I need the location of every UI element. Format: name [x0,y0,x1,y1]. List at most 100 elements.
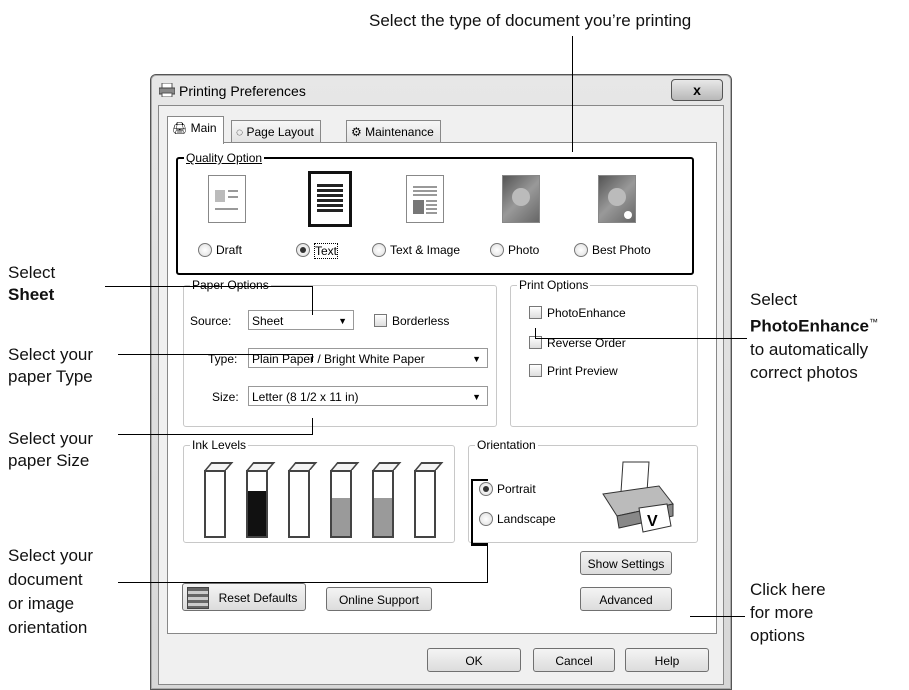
best-photo-label: Best Photo [592,243,651,257]
main-tab-panel: Quality Option Draft Text Text & Image P… [167,142,717,634]
callout-orientation: Select your document or image orientatio… [8,544,93,640]
print-preview-label: Print Preview [547,364,618,378]
online-support-button[interactable]: Online Support [326,587,432,611]
ink-tank [288,470,310,538]
photoenhance-label: PhotoEnhance [547,306,626,320]
callout-sheet-line1: Select [8,263,56,282]
size-label: Size: [212,390,239,404]
ink-tank-top [372,462,402,470]
window-title: Printing Preferences [179,83,306,99]
ink-level-fill [374,497,392,536]
leader-line-type [118,354,313,355]
size-value: Letter (8 1/2 x 11 in) [252,390,359,404]
print-options-group: Print Options PhotoEnhance Reverse Order… [510,278,698,427]
callout-type-line1: Select your [8,345,94,364]
tab-maintenance[interactable]: ⚙ Maintenance [346,120,441,143]
callout-photo-line1: Select [750,290,798,309]
callout-adv-line3: options [750,626,805,645]
ink-tank-top [204,462,234,470]
callout-sheet: Select Sheet [8,262,55,306]
type-select[interactable]: Plain Paper / Bright White Paper ▼ [248,348,488,368]
callout-orient-line1: Select your [8,546,94,565]
source-select[interactable]: Sheet ▼ [248,310,354,330]
chevron-down-icon: ▼ [472,354,481,364]
callout-type-line2: paper Type [8,367,93,386]
leader-line-sheet [105,286,313,287]
leader-line-advanced [690,616,745,617]
ink-tank-top [414,462,444,470]
callout-orient-line4: orientation [8,618,88,637]
printing-preferences-window: Printing Preferences x 🖨 Main ◌ Page Lay… [150,74,732,690]
ink-level-fill [248,491,266,536]
svg-text:V: V [647,513,658,530]
draft-label: Draft [216,243,243,257]
quality-option-group: Quality Option Draft Text Text & Image P… [176,151,694,275]
portrait-label: Portrait [497,482,536,496]
callout-adv-line2: for more [750,603,814,622]
callout-size-line2: paper Size [8,451,90,470]
tab-main[interactable]: 🖨 Main [167,116,224,144]
ink-level-fill [416,478,434,536]
orientation-bracket-top [471,479,488,481]
photoenhance-checkbox[interactable] [529,306,542,319]
best-photo-radio[interactable] [574,243,588,257]
best-photo-doc-icon[interactable] [598,175,636,223]
ink-tank-top [330,462,360,470]
photo-radio[interactable] [490,243,504,257]
size-select[interactable]: Letter (8 1/2 x 11 in) ▼ [248,386,488,406]
chevron-down-icon: ▼ [472,392,481,402]
ink-tank-top [288,462,318,470]
ink-level-fill [290,478,308,536]
text-image-radio[interactable] [372,243,386,257]
text-label: Text [314,243,339,259]
ink-tank [330,470,352,538]
leader-line-orientation-v [487,545,488,582]
callout-orient-line3: or image [8,594,75,613]
leader-line-sheet-v [312,286,313,315]
ink-levels-group: Ink Levels [183,438,455,543]
callout-size-line1: Select your [8,429,94,448]
ink-tank [204,470,226,538]
maintenance-icon: ⚙ [351,125,366,139]
tab-main-label: Main [190,121,217,135]
text-radio[interactable] [296,243,310,257]
leader-line-type-v [312,354,313,362]
advanced-button[interactable]: Advanced [580,587,672,611]
borderless-label: Borderless [392,314,450,328]
leader-line-photoenhance [535,338,747,339]
ok-button[interactable]: OK [427,648,521,672]
text-image-doc-icon[interactable] [406,175,444,223]
reset-defaults-button[interactable]: Reset Defaults [182,583,306,611]
help-button[interactable]: Help [625,648,709,672]
ink-tank [246,470,268,538]
paper-options-group: Paper Options Source: Sheet ▼ Borderless… [183,278,497,427]
source-label: Source: [190,314,232,328]
photo-doc-icon[interactable] [502,175,540,223]
callout-photo-line4: correct photos [750,362,858,382]
callout-adv-line1: Click here [750,580,826,599]
paper-options-label: Paper Options [190,278,271,292]
cancel-button[interactable]: Cancel [533,648,615,672]
draft-doc-icon[interactable] [208,175,246,223]
tab-maintenance-label: Maintenance [365,125,434,139]
tab-page-layout[interactable]: ◌ Page Layout [231,120,321,143]
orientation-bracket-bottom [471,544,488,546]
borderless-checkbox[interactable] [374,314,387,327]
callout-sheet-line2: Sheet [8,285,55,304]
print-preview-checkbox[interactable] [529,364,542,377]
text-image-label: Text & Image [390,243,461,257]
ink-levels-label: Ink Levels [190,438,249,452]
callout-photo-line2: PhotoEnhance™ [750,316,879,336]
ink-tank [414,470,436,538]
leader-line-orientation [118,582,488,583]
orientation-group: Orientation Portrait Landscape V [468,438,698,543]
photo-label: Photo [508,243,540,257]
close-button[interactable]: x [671,79,723,101]
title-bar[interactable]: Printing Preferences x [151,75,731,105]
ink-level-fill [206,475,224,536]
draft-radio[interactable] [198,243,212,257]
show-settings-button[interactable]: Show Settings [580,551,672,575]
leader-line-size [118,434,313,435]
orientation-label: Orientation [475,438,538,452]
text-doc-icon[interactable] [308,171,352,227]
